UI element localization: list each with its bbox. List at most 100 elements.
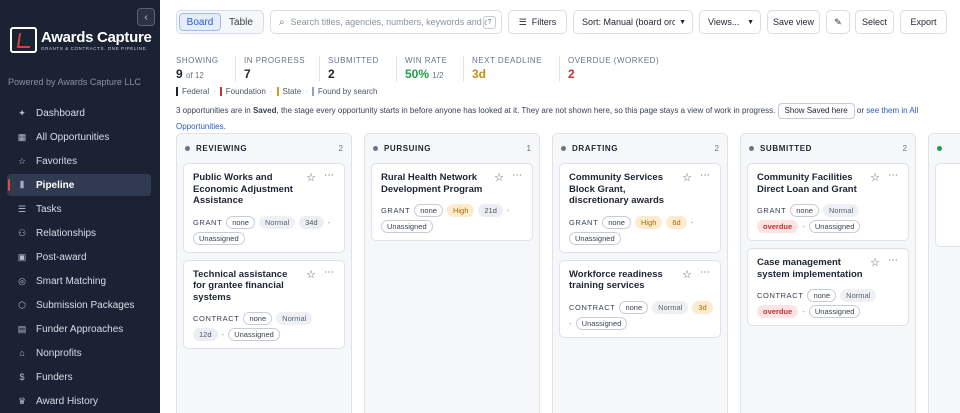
card-chip: none — [790, 204, 819, 217]
card-chip: Normal — [276, 312, 313, 325]
favorite-star-icon[interactable]: ☆ — [870, 256, 880, 269]
sidebar-item-label: Dashboard — [36, 107, 85, 119]
meta-separator: - — [221, 330, 225, 339]
column-count: 1 — [526, 143, 531, 153]
table-view-button[interactable]: Table — [221, 13, 261, 31]
sidebar-item-submission-packages[interactable]: ⬡ Submission Packages — [7, 294, 151, 316]
more-options-icon[interactable]: ⋯ — [324, 267, 335, 278]
views-select[interactable]: Views... ▼ — [699, 10, 761, 34]
card-chip: Normal — [840, 289, 877, 302]
sidebar-item-pipeline[interactable]: ⫴ Pipeline — [7, 174, 151, 196]
legend-item: Foundation — [219, 87, 266, 96]
sidebar-item-label: All Opportunities — [36, 131, 110, 143]
sidebar-item-all-opportunities[interactable]: ▦ All Opportunities — [7, 126, 151, 148]
opportunity-card[interactable]: Case management system implementation ☆ ⋯ C… — [747, 248, 909, 326]
sidebar-collapse-button[interactable]: ‹ — [137, 8, 155, 26]
more-options-icon[interactable]: ⋯ — [512, 170, 523, 181]
logo[interactable]: Awards Capture GRANTS & CONTRACTS. ONE P… — [10, 27, 152, 55]
card-meta: CONTRACT none Normal 12d - Unassigned — [193, 312, 343, 341]
sidebar-item-tasks[interactable]: ☰ Tasks — [7, 198, 151, 220]
board-view-button[interactable]: Board — [179, 13, 221, 31]
sidebar-item-smart-matching[interactable]: ◎ Smart Matching — [7, 270, 151, 292]
card-meta: GRANT none High 21d - Unassigned — [381, 204, 531, 233]
sidebar-item-label: Submission Packages — [36, 299, 135, 311]
save-view-button[interactable]: Save view — [767, 10, 820, 34]
opportunity-card[interactable]: Community Facilities Direct Loan and Gra… — [747, 163, 909, 241]
opportunity-card[interactable]: Workforce readiness training services ☆ ⋯ C… — [559, 259, 721, 338]
meta-separator: - — [802, 222, 805, 231]
sidebar-item-label: Nonprofits — [36, 347, 82, 359]
views-value: Views... — [708, 17, 740, 27]
opportunity-card[interactable]: Rural Health Network Development Program… — [371, 163, 533, 241]
opportunity-card[interactable]: Public Works and Economic Adjustment Ass… — [183, 163, 345, 253]
saved-stage-name: Saved — [252, 106, 277, 116]
column-header[interactable]: DRAFTING 2 — [553, 134, 727, 162]
sidebar-item-favorites[interactable]: ☆ Favorites — [7, 150, 151, 172]
select-button[interactable]: Select — [855, 10, 894, 34]
column-header[interactable] — [929, 134, 960, 162]
more-options-icon[interactable]: ⋯ — [700, 170, 711, 181]
favorite-star-icon[interactable]: ☆ — [306, 268, 316, 281]
more-options-icon[interactable]: ⋯ — [888, 170, 899, 181]
column-header[interactable]: PURSUING 1 — [365, 134, 539, 162]
edit-view-button[interactable]: ✎ — [826, 10, 850, 34]
card-chip: Unassigned — [193, 231, 245, 245]
opportunity-card[interactable]: Technical assistance for grantee financi… — [183, 259, 345, 349]
column-pursuing: PURSUING 1 Rural Health Network Developmen… — [364, 133, 540, 413]
card-chip: Normal — [822, 204, 860, 217]
card-title[interactable]: Rural Health Network Development Program — [381, 172, 489, 195]
card-chip: 6d — [666, 215, 687, 229]
column-submitted: SUBMITTED 2 Community Facilities Direct Lo… — [740, 133, 916, 413]
sidebar-item-post-award[interactable]: ▣ Post-award — [7, 246, 151, 268]
sidebar-item-label: Post-award — [36, 251, 87, 263]
stat-submitted: SUBMITTED 2 — [319, 56, 379, 82]
sidebar-item-nonprofits[interactable]: ⌂ Nonprofits — [7, 342, 151, 364]
column-header[interactable]: SUBMITTED 2 — [741, 134, 915, 162]
card-title[interactable]: Technical assistance for grantee financi… — [193, 269, 301, 304]
sidebar-item-dashboard[interactable]: ✦ Dashboard — [7, 102, 151, 124]
favorite-star-icon[interactable]: ☆ — [870, 171, 880, 184]
card-title[interactable]: Case management system implementation — [757, 257, 865, 280]
card-chip: 12d — [193, 328, 218, 341]
favorite-star-icon[interactable]: ☆ — [306, 171, 316, 184]
show-saved-button[interactable]: Show Saved here — [777, 103, 855, 119]
more-options-icon[interactable]: ⋯ — [324, 170, 335, 181]
column-next-peek — [928, 133, 960, 413]
legend-swatch — [176, 87, 178, 96]
card-title[interactable]: Community Services Block Grant, discreti… — [569, 172, 677, 207]
sort-select[interactable]: Sort: Manual (board order) ▼ — [573, 10, 693, 34]
favorite-star-icon[interactable]: ☆ — [682, 171, 692, 184]
opportunity-card[interactable] — [935, 163, 960, 247]
sidebar-item-funders[interactable]: $ Funders — [7, 366, 151, 388]
card-title[interactable]: Public Works and Economic Adjustment Ass… — [193, 172, 301, 207]
legend-item: State — [276, 87, 301, 96]
pencil-icon: ✎ — [834, 16, 842, 27]
trophy-icon: ♛ — [17, 395, 27, 406]
meta-separator: - — [569, 318, 572, 328]
more-options-icon[interactable]: ⋯ — [700, 267, 711, 278]
card-title[interactable]: Workforce readiness training services — [569, 269, 677, 292]
package-icon: ⬡ — [18, 299, 26, 310]
sidebar-item-funder-approaches[interactable]: ▤ Funder Approaches — [7, 318, 151, 340]
filters-button[interactable]: ☰ Filters — [508, 10, 567, 34]
favorite-star-icon[interactable]: ☆ — [494, 171, 504, 184]
more-options-icon[interactable]: ⋯ — [888, 255, 899, 266]
clipboard-icon: ▣ — [17, 251, 27, 262]
pipeline-board: REVIEWING 2 Public Works and Economic Adju… — [176, 133, 960, 413]
sidebar-item-award-history[interactable]: ♛ Award History — [7, 390, 151, 412]
search-input[interactable] — [290, 17, 487, 27]
card-type: GRANT — [193, 217, 223, 227]
sidebar-item-label: Relationships — [36, 227, 97, 239]
column-title: DRAFTING — [572, 143, 619, 153]
meta-separator: - — [690, 217, 694, 227]
opportunity-card[interactable]: Community Services Block Grant, discreti… — [559, 163, 721, 253]
favorite-star-icon[interactable]: ☆ — [682, 268, 692, 281]
search-help-button[interactable]: ? — [483, 16, 496, 29]
column-header[interactable]: REVIEWING 2 — [177, 134, 351, 162]
star-icon: ☆ — [17, 155, 27, 166]
card-type: GRANT — [757, 206, 787, 215]
sidebar-item-relationships[interactable]: ⚇ Relationships — [7, 222, 151, 244]
card-title[interactable]: Community Facilities Direct Loan and Gra… — [757, 172, 865, 195]
filters-label: Filters — [531, 17, 557, 27]
export-button[interactable]: Export — [900, 10, 947, 34]
